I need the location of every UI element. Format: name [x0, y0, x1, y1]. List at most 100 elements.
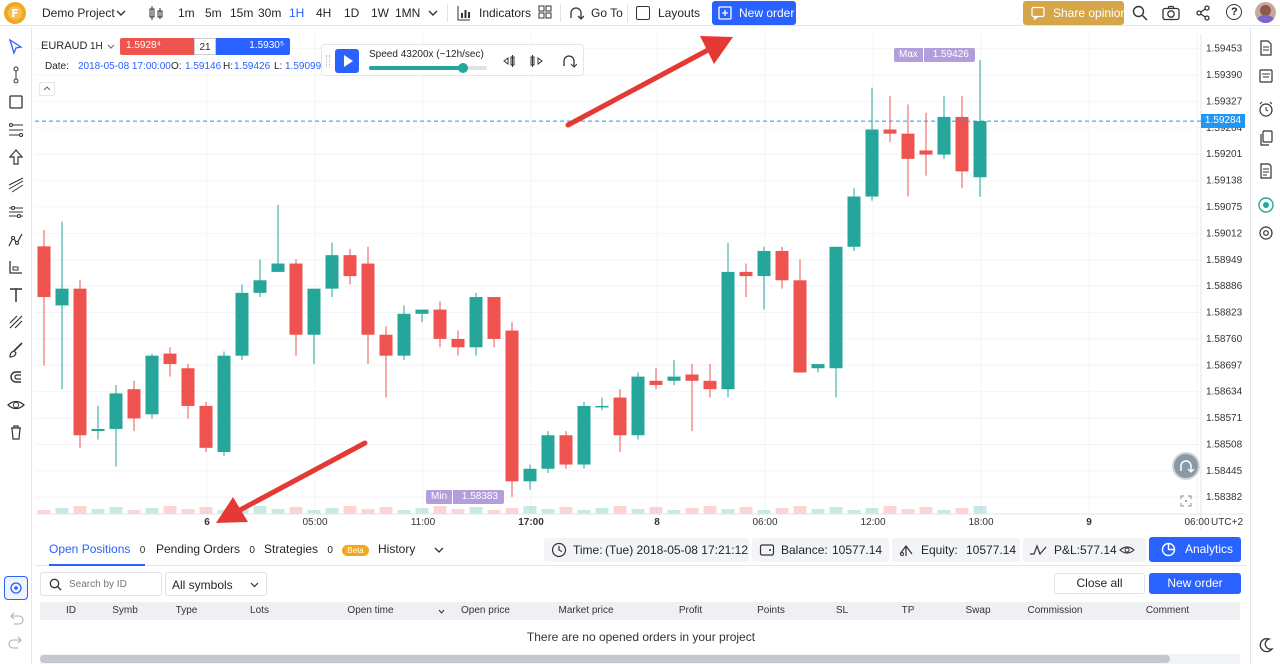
buy-button[interactable]: 1.5930⁵ [216, 38, 290, 55]
symbols-select[interactable]: All symbols [165, 572, 267, 596]
rectangle-icon[interactable] [6, 92, 26, 112]
pattern-icon[interactable] [6, 230, 26, 250]
tab-pending-orders[interactable]: Pending Orders 0 [156, 534, 255, 566]
copy-icon[interactable] [1257, 129, 1275, 147]
replay-icon[interactable] [561, 53, 577, 69]
symbol-interval[interactable]: 1H [90, 41, 103, 52]
indicators-icon[interactable] [456, 0, 472, 26]
collapse-legend-button[interactable] [39, 82, 55, 96]
analytics-button[interactable]: Analytics [1149, 537, 1241, 562]
magnet-icon[interactable] [6, 367, 26, 387]
col-type[interactable]: Type [148, 602, 225, 620]
col-open-price[interactable]: Open price [447, 602, 524, 620]
col-points[interactable]: Points [733, 602, 809, 620]
trend-line-icon[interactable] [6, 65, 26, 85]
fib-icon[interactable] [6, 120, 26, 140]
goto-button[interactable]: Go To [591, 0, 623, 26]
channel-icon[interactable] [6, 202, 26, 222]
project-chevron-down-icon[interactable] [116, 0, 126, 26]
scrollbar-thumb[interactable] [40, 655, 1170, 663]
col-open-time[interactable]: Open time [294, 602, 447, 620]
timeframe-1w[interactable]: 1W [371, 0, 389, 26]
project-name[interactable]: Demo Project [42, 0, 115, 26]
autoscale-icon[interactable] [1179, 494, 1193, 508]
col-id[interactable]: ID [40, 602, 102, 620]
timeframe-4h[interactable]: 4H [316, 0, 331, 26]
replay-circle-button[interactable] [1172, 452, 1200, 480]
col-commission[interactable]: Commission [1015, 602, 1095, 620]
eye-icon[interactable] [1119, 543, 1135, 557]
col-tp[interactable]: TP [875, 602, 941, 620]
price-chart[interactable]: 1.59453 1.59390 1.59327 1.59264 1.59201 1.591… [35, 34, 1245, 530]
sort-desc-icon[interactable] [438, 609, 445, 615]
horizontal-scrollbar[interactable] [40, 654, 1240, 664]
tabs-chevron-down-icon[interactable] [434, 546, 444, 554]
col-sl[interactable]: SL [809, 602, 875, 620]
share-opinion-button[interactable]: Share opinion [1023, 1, 1127, 25]
timeframe-1mn[interactable]: 1MN [395, 0, 420, 26]
settings-gear-icon[interactable] [1257, 224, 1275, 242]
new-order-top-button[interactable]: New order [712, 1, 796, 25]
col-comment[interactable]: Comment [1095, 602, 1240, 620]
step-forward-icon[interactable] [528, 53, 544, 69]
timeframe-15m[interactable]: 15m [230, 0, 253, 26]
brush-lines-icon[interactable] [6, 312, 26, 332]
cursor-icon[interactable] [6, 37, 26, 57]
tab-strategies[interactable]: Strategies 0 Beta [264, 534, 369, 566]
candlestick-chart[interactable]: 1.594531.593901.593271.592641.592011.591… [35, 34, 1245, 530]
drag-handle[interactable] [326, 55, 330, 67]
notes-icon[interactable] [1257, 162, 1275, 180]
tab-history[interactable]: History [378, 534, 415, 566]
layouts-square-icon[interactable] [636, 6, 650, 20]
search-icon[interactable] [1132, 5, 1148, 24]
indicators-button[interactable]: Indicators [479, 0, 531, 26]
calendar-icon[interactable] [1257, 67, 1275, 85]
col-symbol[interactable]: Symb [102, 602, 148, 620]
col-lots[interactable]: Lots [225, 602, 294, 620]
arrow-up-icon[interactable] [6, 147, 26, 167]
timeframe-5m[interactable]: 5m [205, 0, 222, 26]
col-profit[interactable]: Profit [648, 602, 733, 620]
tab-open-positions[interactable]: Open Positions 0 [49, 534, 146, 566]
layout-grid-icon[interactable] [537, 0, 553, 26]
trash-icon[interactable] [6, 422, 26, 442]
undo-icon[interactable] [6, 608, 26, 628]
new-order-bottom-button[interactable]: New order [1149, 573, 1241, 594]
alarm-icon[interactable] [1257, 100, 1275, 118]
text-icon[interactable] [6, 285, 26, 305]
search-input[interactable] [69, 576, 157, 592]
app-logo[interactable]: F [4, 2, 26, 24]
measure-icon[interactable] [6, 257, 26, 277]
redo-icon[interactable] [6, 632, 26, 652]
speed-slider[interactable] [369, 63, 487, 73]
candles-type-icon[interactable] [148, 0, 164, 26]
moon-icon[interactable] [1257, 636, 1275, 654]
layouts-button[interactable]: Layouts [658, 0, 700, 26]
timeframe-1d[interactable]: 1D [344, 0, 359, 26]
close-all-button[interactable]: Close all [1054, 573, 1145, 594]
news-cloud-icon[interactable] [1257, 196, 1275, 214]
step-back-icon[interactable] [502, 53, 518, 69]
speed-slider-knob[interactable] [458, 63, 469, 73]
eye-icon[interactable] [6, 395, 26, 415]
camera-icon[interactable] [1162, 5, 1180, 24]
sync-button[interactable] [4, 576, 28, 600]
sell-button[interactable]: 1.5928⁴ [120, 38, 194, 55]
timeframes-chevron-down-icon[interactable] [428, 0, 438, 26]
timeframe-1h[interactable]: 1H [289, 0, 304, 26]
play-button[interactable] [335, 49, 359, 73]
document-icon[interactable] [1257, 39, 1275, 57]
brush-icon[interactable] [6, 340, 26, 360]
goto-icon[interactable] [568, 0, 585, 26]
timeframe-1m[interactable]: 1m [178, 0, 195, 26]
pitchfork-icon[interactable] [6, 175, 26, 195]
help-icon[interactable]: ? [1226, 4, 1242, 20]
timeframe-30m[interactable]: 30m [258, 0, 281, 26]
share-icon[interactable] [1195, 5, 1211, 24]
interval-chevron-down-icon[interactable] [107, 44, 115, 50]
col-market-price[interactable]: Market price [524, 602, 648, 620]
symbol-name[interactable]: EURAUD [41, 40, 87, 52]
col-swap[interactable]: Swap [941, 602, 1015, 620]
search-field[interactable] [40, 572, 162, 596]
avatar[interactable] [1255, 2, 1276, 23]
